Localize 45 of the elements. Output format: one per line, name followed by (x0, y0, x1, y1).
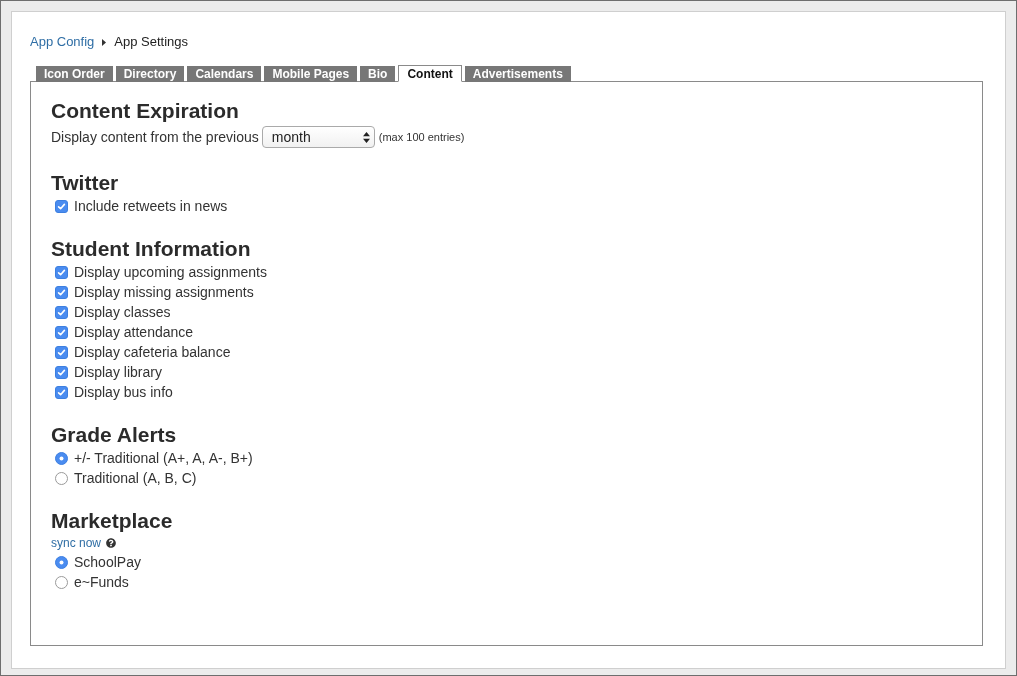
period-select[interactable]: month (261, 126, 375, 148)
section-heading: Student Information (51, 236, 251, 262)
radio-label: e~Funds (74, 572, 129, 592)
caret-right-icon (102, 38, 107, 46)
tab[interactable]: Content (398, 65, 462, 82)
radio-label: Traditional (A, B, C) (74, 468, 197, 488)
checked-checkbox[interactable] (55, 199, 68, 213)
checked-checkbox[interactable] (55, 305, 68, 319)
checked-checkbox[interactable] (55, 325, 68, 339)
checked-checkbox[interactable] (55, 385, 68, 399)
checkbox-label: Display library (74, 362, 162, 382)
radio-button[interactable] (55, 575, 68, 589)
tab[interactable]: Icon Order (36, 66, 113, 82)
tab[interactable]: Directory (115, 66, 185, 82)
breadcrumb-current: App Settings (114, 33, 189, 52)
section-heading: Content Expiration (51, 98, 239, 124)
checkbox-label: Display upcoming assignments (74, 262, 267, 282)
section-heading: Twitter (51, 170, 119, 196)
radio-label: +/- Traditional (A+, A, A-, B+) (74, 448, 253, 468)
checkbox-label: Display classes (74, 302, 171, 322)
radio-button[interactable] (55, 471, 68, 485)
checkbox-label: Display missing assignments (74, 282, 254, 302)
tab[interactable]: Advertisements (464, 66, 571, 82)
checkbox-label: Display attendance (74, 322, 194, 342)
selected-radio-button[interactable] (55, 451, 68, 465)
checked-checkbox[interactable] (55, 365, 68, 379)
note-text: (max 100 entries) (378, 129, 465, 145)
checkbox-label: Display bus info (74, 382, 173, 402)
selected-radio-button[interactable] (55, 555, 68, 569)
radio-label: SchoolPay (74, 552, 141, 572)
breadcrumb-link[interactable]: App Config (30, 32, 95, 52)
tab[interactable]: Mobile Pages (264, 66, 358, 82)
tab[interactable]: Calendars (187, 66, 262, 82)
checked-checkbox[interactable] (55, 285, 68, 299)
checked-checkbox[interactable] (55, 345, 68, 359)
up-down-arrows-icon (362, 131, 370, 143)
checkbox-label: Include retweets in news (74, 196, 228, 216)
checkbox-label: Display cafeteria balance (74, 342, 231, 362)
field-label: Display content from the previous (51, 127, 259, 147)
section-heading: Grade Alerts (51, 422, 177, 448)
help-icon[interactable] (106, 538, 117, 548)
sync-now-link[interactable]: sync now (51, 534, 102, 552)
checked-checkbox[interactable] (55, 265, 68, 279)
tab[interactable]: Bio (360, 66, 396, 82)
section-heading: Marketplace (51, 508, 173, 534)
